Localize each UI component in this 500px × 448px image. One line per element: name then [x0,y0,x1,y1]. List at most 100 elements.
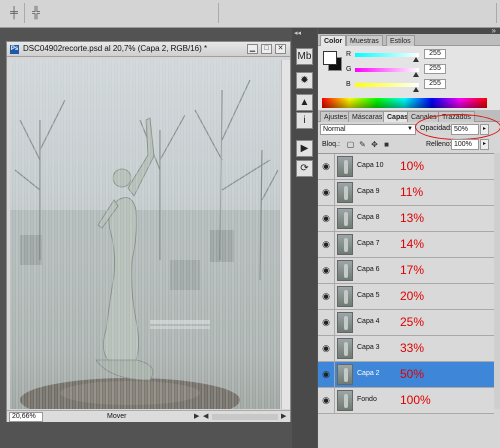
blend-mode-select[interactable]: Normal ▼ [320,124,416,135]
divider [334,206,335,232]
layer-list: ◉ Capa 10 10% ◉ Capa 9 11% ◉ Capa 8 13% … [318,153,494,414]
lock-transparency-icon[interactable]: ▢ [346,140,355,149]
layer-thumbnail [337,234,353,255]
divider [218,3,219,23]
layer-name: Capa 10 [357,162,384,169]
divider [24,3,25,23]
image-canvas[interactable] [10,60,280,409]
divider [334,154,335,180]
channel-b-label: B [346,81,351,88]
layer-name: Capa 9 [357,188,380,195]
opacity-note: 100% [400,393,431,407]
channel-g-value[interactable]: 255 [424,64,446,74]
layer-row[interactable]: ◉ Capa 6 17% [318,258,494,284]
channel-b-slider[interactable] [355,83,419,92]
scroll-right-icon[interactable]: ▶ [281,412,286,420]
visibility-eye-icon[interactable]: ◉ [320,160,332,172]
channel-b-value[interactable]: 255 [424,79,446,89]
status-menu-arrow-icon[interactable]: ▶ [194,412,199,420]
channel-g-label: G [346,66,352,73]
layer-row[interactable]: ◉ Fondo 100% [318,388,494,414]
actions-icon[interactable]: ▶ [296,140,313,157]
opacity-note: 11% [400,185,424,199]
expand-panels-icon[interactable]: ◂◂ [294,29,301,37]
divider [334,232,335,258]
document-status-bar: 20,66% Mover ▶ ◀ ▶ [7,410,290,422]
fill-slider-toggle[interactable]: ▸ [480,139,489,150]
layer-row[interactable]: ◉ Capa 5 20% [318,284,494,310]
visibility-eye-icon[interactable]: ◉ [320,290,332,302]
channel-g-slider[interactable] [355,68,419,77]
color-spectrum-ramp[interactable] [322,98,487,108]
layer-thumbnail [337,286,353,307]
visibility-eye-icon[interactable]: ◉ [320,394,332,406]
document-title-bar[interactable]: Ps DSC04902recorte.psd al 20,7% (Capa 2,… [7,42,290,57]
navigator-icon[interactable]: ✹ [296,72,313,89]
history-icon[interactable]: ⟳ [296,160,313,177]
minimize-button[interactable]: ▁ [247,44,258,54]
tab-color[interactable]: Color [320,35,347,46]
layer-row[interactable]: ◉ Capa 4 25% [318,310,494,336]
status-text: Mover [107,413,127,420]
vertical-scrollbar[interactable] [281,60,290,409]
lock-all-icon[interactable]: ■ [382,140,391,149]
blend-mode-value: Normal [323,126,346,133]
opacity-note: 17% [400,263,425,277]
divider [334,362,335,388]
align-center-icon[interactable]: ╪ [8,7,20,19]
lock-label: Bloq.: [322,141,340,148]
layer-row[interactable]: ◉ Capa 9 11% [318,180,494,206]
divider [334,388,335,414]
annotation-circle [415,114,500,140]
divider [334,284,335,310]
color-panel-tabs: Color Muestras Estilos [318,34,500,46]
layer-thumbnail [337,182,353,203]
maximize-button[interactable]: □ [261,44,272,54]
histogram-icon[interactable]: ▲ [296,94,313,111]
horizontal-scrollbar[interactable] [212,414,278,420]
layer-row[interactable]: ◉ Capa 10 10% [318,154,494,180]
lock-position-icon[interactable]: ✥ [370,140,379,149]
visibility-eye-icon[interactable]: ◉ [320,342,332,354]
layer-list-scrollbar[interactable] [494,153,500,409]
divider [334,258,335,284]
divider [334,336,335,362]
distribute-icon[interactable]: ╬ [30,7,42,19]
chevron-down-icon: ▼ [407,126,413,132]
layer-row-selected[interactable]: ◉ Capa 2 50% [318,362,494,388]
visibility-eye-icon[interactable]: ◉ [320,238,332,250]
visibility-eye-icon[interactable]: ◉ [320,212,332,224]
tab-styles[interactable]: Estilos [386,35,415,46]
lock-pixels-icon[interactable]: ✎ [358,140,367,149]
foreground-color-swatch[interactable] [323,51,337,65]
channel-r-value[interactable]: 255 [424,49,446,59]
mini-bridge-icon[interactable]: Mb [296,48,313,65]
zoom-field[interactable]: 20,66% [9,412,43,422]
tab-swatches[interactable]: Muestras [346,35,383,46]
document-title: DSC04902recorte.psd al 20,7% (Capa 2, RG… [23,44,208,53]
channel-r-slider[interactable] [355,53,419,62]
divider [334,180,335,206]
scroll-left-icon[interactable]: ◀ [203,412,208,420]
visibility-eye-icon[interactable]: ◉ [320,186,332,198]
visibility-eye-icon[interactable]: ◉ [320,368,332,380]
close-button[interactable]: ✕ [275,44,286,54]
layer-row[interactable]: ◉ Capa 7 14% [318,232,494,258]
tab-adjustments[interactable]: Ajustes [320,111,351,122]
layer-row[interactable]: ◉ Capa 3 33% [318,336,494,362]
layer-thumbnail [337,312,353,333]
layer-row[interactable]: ◉ Capa 8 13% [318,206,494,232]
visibility-eye-icon[interactable]: ◉ [320,264,332,276]
opacity-note: 50% [400,367,425,381]
opacity-note: 20% [400,289,425,303]
layer-thumbnail [337,338,353,359]
tab-masks[interactable]: Máscaras [348,111,387,122]
divider [334,310,335,336]
fill-field[interactable]: 100% [451,139,479,150]
channel-r-label: R [346,51,352,58]
color-panel: R 255 G 255 B 255 [318,46,500,110]
layer-name: Capa 7 [357,240,380,247]
info-icon[interactable]: i [296,112,313,129]
visibility-eye-icon[interactable]: ◉ [320,316,332,328]
layer-name: Capa 8 [357,214,380,221]
